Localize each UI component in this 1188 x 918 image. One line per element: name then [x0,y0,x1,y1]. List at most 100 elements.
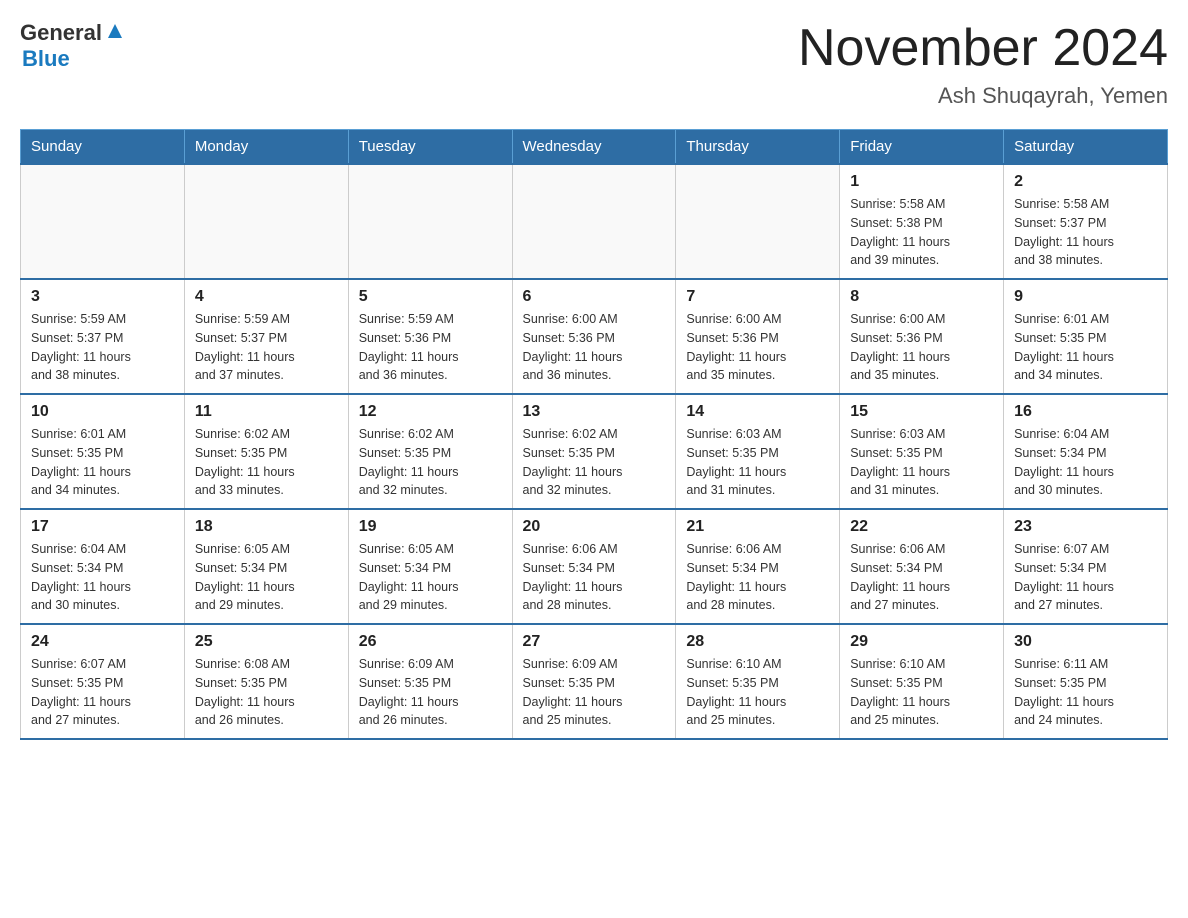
day-info: Sunrise: 6:00 AM Sunset: 5:36 PM Dayligh… [850,310,993,385]
location-subtitle: Ash Shuqayrah, Yemen [798,83,1168,109]
calendar-cell: 16 Sunrise: 6:04 AM Sunset: 5:34 PM Dayli… [1004,394,1168,509]
calendar-cell: 2 Sunrise: 5:58 AM Sunset: 5:37 PM Daylig… [1004,164,1168,279]
day-info: Sunrise: 6:05 AM Sunset: 5:34 PM Dayligh… [195,540,338,615]
calendar-cell: 18 Sunrise: 6:05 AM Sunset: 5:34 PM Dayli… [184,509,348,624]
calendar-cell: 8 Sunrise: 6:00 AM Sunset: 5:36 PM Daylig… [840,279,1004,394]
day-number: 29 [850,633,993,651]
logo: General Blue [20,20,126,72]
day-number: 17 [31,518,174,536]
calendar-cell: 17 Sunrise: 6:04 AM Sunset: 5:34 PM Dayli… [21,509,185,624]
day-info: Sunrise: 6:09 AM Sunset: 5:35 PM Dayligh… [523,655,666,730]
day-number: 18 [195,518,338,536]
logo-general-text: General [20,20,102,46]
day-info: Sunrise: 5:58 AM Sunset: 5:37 PM Dayligh… [1014,195,1157,270]
day-info: Sunrise: 6:02 AM Sunset: 5:35 PM Dayligh… [195,425,338,500]
calendar-cell [676,164,840,279]
calendar-week-3: 10Sunrise: 6:01 AM Sunset: 5:35 PM Dayli… [21,394,1168,509]
day-info: Sunrise: 6:04 AM Sunset: 5:34 PM Dayligh… [1014,425,1157,500]
logo-blue-text: Blue [22,46,70,71]
calendar-cell: 12 Sunrise: 6:02 AM Sunset: 5:35 PM Dayli… [348,394,512,509]
calendar-cell: 28 Sunrise: 6:10 AM Sunset: 5:35 PM Dayli… [676,624,840,739]
day-number: 20 [523,518,666,536]
day-info: Sunrise: 5:59 AM Sunset: 5:37 PM Dayligh… [31,310,174,385]
calendar-cell: 25Sunrise: 6:08 AM Sunset: 5:35 PM Dayli… [184,624,348,739]
day-number: 3 [31,288,174,306]
day-info: Sunrise: 5:59 AM Sunset: 5:37 PM Dayligh… [195,310,338,385]
day-info: Sunrise: 6:11 AM Sunset: 5:35 PM Dayligh… [1014,655,1157,730]
day-number: 13 [523,403,666,421]
day-info: Sunrise: 6:00 AM Sunset: 5:36 PM Dayligh… [523,310,666,385]
page-header: General Blue November 2024 Ash Shuqayrah… [20,20,1168,109]
day-number: 26 [359,633,502,651]
day-number: 23 [1014,518,1157,536]
day-info: Sunrise: 6:06 AM Sunset: 5:34 PM Dayligh… [686,540,829,615]
calendar-cell: 4 Sunrise: 5:59 AM Sunset: 5:37 PM Daylig… [184,279,348,394]
calendar-cell [512,164,676,279]
calendar-cell: 13 Sunrise: 6:02 AM Sunset: 5:35 PM Dayli… [512,394,676,509]
calendar-cell: 5 Sunrise: 5:59 AM Sunset: 5:36 PM Daylig… [348,279,512,394]
day-number: 30 [1014,633,1157,651]
calendar-cell: 20 Sunrise: 6:06 AM Sunset: 5:34 PM Dayli… [512,509,676,624]
day-info: Sunrise: 5:58 AM Sunset: 5:38 PM Dayligh… [850,195,993,270]
day-info: Sunrise: 6:07 AM Sunset: 5:34 PM Dayligh… [1014,540,1157,615]
calendar-cell: 23 Sunrise: 6:07 AM Sunset: 5:34 PM Dayli… [1004,509,1168,624]
day-info: Sunrise: 6:03 AM Sunset: 5:35 PM Dayligh… [850,425,993,500]
calendar-cell [184,164,348,279]
title-area: November 2024 Ash Shuqayrah, Yemen [798,20,1168,109]
col-thursday: Thursday [676,130,840,165]
col-friday: Friday [840,130,1004,165]
logo-triangle-icon [104,20,126,42]
day-number: 9 [1014,288,1157,306]
calendar-cell: 1 Sunrise: 5:58 AM Sunset: 5:38 PM Daylig… [840,164,1004,279]
calendar-cell: 27 Sunrise: 6:09 AM Sunset: 5:35 PM Dayli… [512,624,676,739]
calendar-cell: 26 Sunrise: 6:09 AM Sunset: 5:35 PM Dayli… [348,624,512,739]
day-number: 1 [850,173,993,191]
day-info: Sunrise: 6:10 AM Sunset: 5:35 PM Dayligh… [686,655,829,730]
day-number: 8 [850,288,993,306]
calendar-cell: 29 Sunrise: 6:10 AM Sunset: 5:35 PM Dayli… [840,624,1004,739]
day-number: 19 [359,518,502,536]
day-info: Sunrise: 6:06 AM Sunset: 5:34 PM Dayligh… [523,540,666,615]
calendar-cell: 22Sunrise: 6:06 AM Sunset: 5:34 PM Dayli… [840,509,1004,624]
col-monday: Monday [184,130,348,165]
day-number: 6 [523,288,666,306]
day-number: 21 [686,518,829,536]
calendar-week-2: 3 Sunrise: 5:59 AM Sunset: 5:37 PM Daylig… [21,279,1168,394]
day-number: 10 [31,403,174,421]
day-number: 14 [686,403,829,421]
day-number: 12 [359,403,502,421]
calendar-cell: 15 Sunrise: 6:03 AM Sunset: 5:35 PM Dayli… [840,394,1004,509]
calendar-cell: 19 Sunrise: 6:05 AM Sunset: 5:34 PM Dayli… [348,509,512,624]
calendar-cell [21,164,185,279]
calendar-cell: 30 Sunrise: 6:11 AM Sunset: 5:35 PM Dayli… [1004,624,1168,739]
day-number: 16 [1014,403,1157,421]
calendar-cell [348,164,512,279]
calendar-cell: 3 Sunrise: 5:59 AM Sunset: 5:37 PM Daylig… [21,279,185,394]
day-number: 27 [523,633,666,651]
calendar-cell: 11 Sunrise: 6:02 AM Sunset: 5:35 PM Dayli… [184,394,348,509]
day-info: Sunrise: 6:04 AM Sunset: 5:34 PM Dayligh… [31,540,174,615]
day-info: Sunrise: 6:03 AM Sunset: 5:35 PM Dayligh… [686,425,829,500]
day-number: 11 [195,403,338,421]
calendar-cell: 10Sunrise: 6:01 AM Sunset: 5:35 PM Dayli… [21,394,185,509]
day-info: Sunrise: 6:02 AM Sunset: 5:35 PM Dayligh… [359,425,502,500]
col-saturday: Saturday [1004,130,1168,165]
calendar-cell: 21 Sunrise: 6:06 AM Sunset: 5:34 PM Dayli… [676,509,840,624]
day-number: 7 [686,288,829,306]
day-info: Sunrise: 5:59 AM Sunset: 5:36 PM Dayligh… [359,310,502,385]
day-number: 15 [850,403,993,421]
day-info: Sunrise: 6:02 AM Sunset: 5:35 PM Dayligh… [523,425,666,500]
day-number: 25 [195,633,338,651]
main-title: November 2024 [798,20,1168,77]
day-number: 28 [686,633,829,651]
calendar-table: Sunday Monday Tuesday Wednesday Thursday… [20,129,1168,740]
day-info: Sunrise: 6:10 AM Sunset: 5:35 PM Dayligh… [850,655,993,730]
day-info: Sunrise: 6:09 AM Sunset: 5:35 PM Dayligh… [359,655,502,730]
day-info: Sunrise: 6:05 AM Sunset: 5:34 PM Dayligh… [359,540,502,615]
day-number: 2 [1014,173,1157,191]
day-number: 5 [359,288,502,306]
day-number: 4 [195,288,338,306]
calendar-week-1: 1 Sunrise: 5:58 AM Sunset: 5:38 PM Daylig… [21,164,1168,279]
day-number: 24 [31,633,174,651]
calendar-cell: 24Sunrise: 6:07 AM Sunset: 5:35 PM Dayli… [21,624,185,739]
